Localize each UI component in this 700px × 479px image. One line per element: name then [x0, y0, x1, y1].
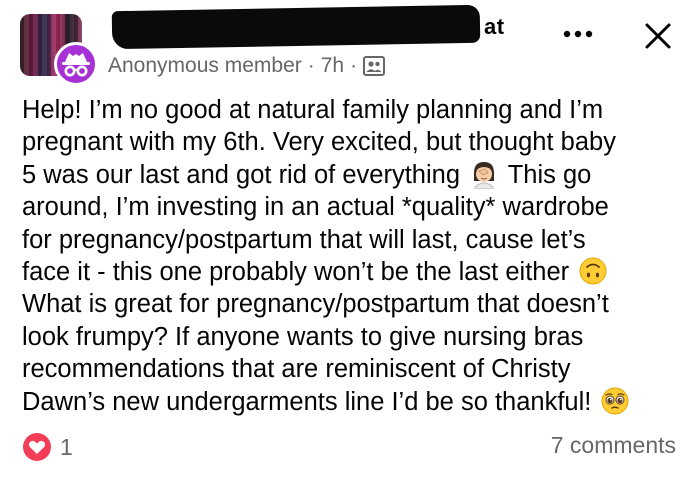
post-line-text: Dawn’s new undergarments line I’d be so …	[22, 387, 592, 416]
meta-separator: ·	[307, 54, 315, 77]
reaction-count: 1	[60, 433, 73, 460]
post-text: Help! I’m no good at natural family plan…	[22, 94, 692, 418]
post-line: for pregnancy/postpartum that will last,…	[22, 225, 586, 254]
post-line-text: This go	[507, 160, 592, 189]
close-icon	[645, 23, 671, 49]
close-button[interactable]	[636, 14, 680, 58]
post-line: Help! I’m no good at natural family plan…	[22, 96, 604, 124]
facepalm-woman-emoji	[474, 161, 495, 189]
post-line: look frumpy? If anyone wants to give nur…	[22, 322, 584, 351]
redacted-group-name	[111, 4, 481, 50]
love-reaction-icon	[23, 433, 51, 461]
post-footer: 1 7 comments	[0, 420, 700, 479]
post-meta: Anonymous member · 7h ·	[108, 54, 386, 78]
pleading-face-emoji	[601, 387, 629, 415]
meta-separator: ·	[350, 54, 358, 77]
post-line: face it - this one probably won’t be the…	[22, 256, 692, 288]
reaction-summary[interactable]: 1	[22, 432, 73, 462]
more-options-icon	[563, 30, 593, 38]
upside-down-face-emoji	[579, 257, 607, 285]
post-line: recommendations that are reminiscent of …	[22, 355, 571, 384]
group-audience-icon	[363, 56, 386, 76]
comments-count-link[interactable]: 7 comments	[551, 432, 676, 459]
post-line: around, I’m investing in an actual *qual…	[22, 193, 609, 222]
post-header: at Anonymous member · 7h ·	[0, 0, 700, 90]
post-line-text: face it - this one probably won’t be the…	[22, 258, 570, 287]
post-line: What is great for pregnancy/postpartum t…	[22, 290, 609, 319]
post-line: 5 was our last and got rid of everything…	[22, 159, 692, 191]
author-name[interactable]: Anonymous member	[108, 54, 302, 78]
more-options-button[interactable]	[556, 12, 600, 56]
group-name[interactable]: at	[484, 14, 505, 40]
post-time[interactable]: 7h	[321, 54, 344, 78]
post-line-text: 5 was our last and got rid of everything	[22, 160, 460, 189]
post-line: Dawn’s new undergarments line I’d be so …	[22, 386, 692, 418]
incognito-icon	[62, 53, 90, 77]
anonymous-avatar	[54, 42, 98, 86]
post-line: pregnant with my 6th. Very excited, but …	[22, 128, 616, 157]
